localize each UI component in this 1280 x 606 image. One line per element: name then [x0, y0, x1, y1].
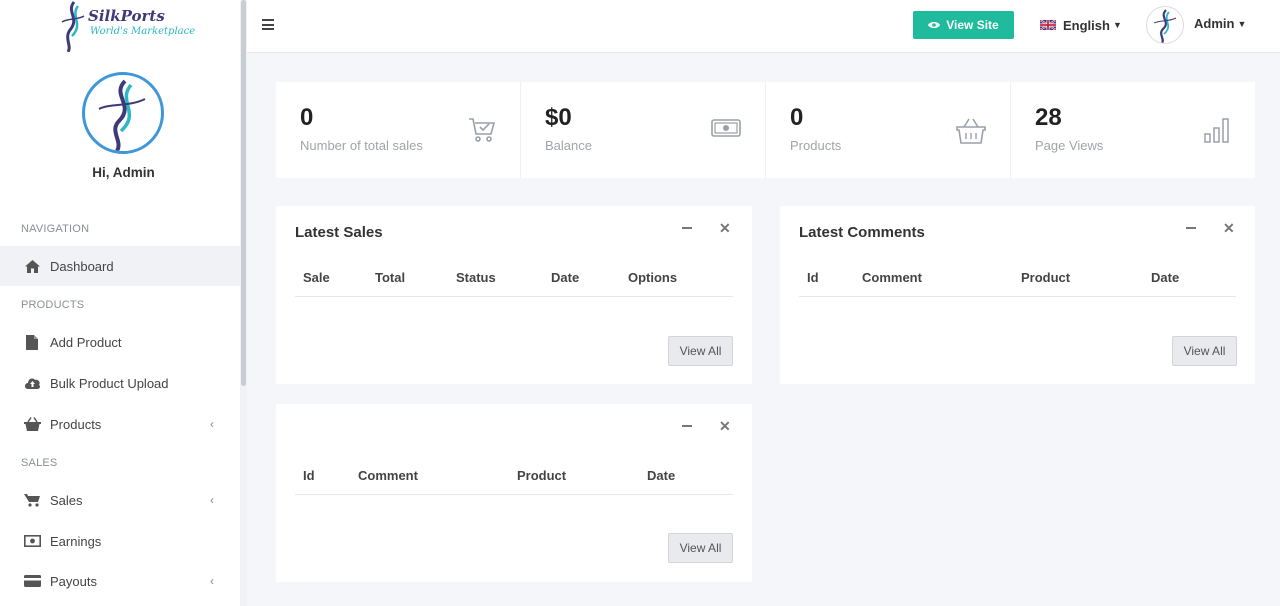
- sidebar-item-bulk-upload[interactable]: Bulk Product Upload: [0, 363, 240, 403]
- sidebar-item-add-product[interactable]: Add Product: [0, 322, 240, 362]
- sidebar-item-label: Payouts: [50, 573, 97, 589]
- profile-avatar[interactable]: [82, 72, 164, 154]
- sidebar-item-dashboard[interactable]: Dashboard: [0, 246, 240, 286]
- top-bar: [247, 0, 1280, 53]
- section-navigation: NAVIGATION: [21, 223, 90, 235]
- user-name: Admin: [1194, 16, 1235, 31]
- stat-label: Balance: [545, 138, 592, 153]
- column-header: Options: [628, 270, 678, 285]
- column-header: Id: [807, 270, 819, 285]
- close-icon[interactable]: ✕: [719, 221, 731, 235]
- language-label: English: [1063, 17, 1110, 33]
- cloud-upload-icon: [23, 374, 41, 392]
- table-header: Sale Total Status Date Options: [295, 270, 733, 297]
- stat-value: 28: [1035, 104, 1062, 131]
- comments-panel: ✕ Id Comment Product Date View All: [276, 404, 752, 582]
- sidebar-item-label: Sales: [50, 492, 83, 508]
- money-icon: [23, 532, 41, 550]
- column-header: Comment: [862, 270, 922, 285]
- sidebar-item-label: Add Product: [50, 334, 122, 350]
- logo-mark-icon: [61, 1, 85, 52]
- file-icon: [23, 333, 41, 351]
- column-header: Status: [456, 270, 496, 285]
- cart-icon: [469, 118, 496, 142]
- sidebar-scrollbar-thumb[interactable]: [241, 0, 246, 386]
- minimize-icon[interactable]: [682, 227, 692, 229]
- chevron-left-icon: ‹: [210, 417, 214, 431]
- sidebar-scrollbar[interactable]: [240, 0, 247, 606]
- view-site-button[interactable]: View Site: [913, 11, 1014, 39]
- latest-comments-panel: Latest Comments ✕ Id Comment Product Dat…: [780, 206, 1255, 384]
- brand-name: SilkPorts: [88, 7, 165, 25]
- stats-bar: 0 Number of total sales $0 Balance 0 Pro…: [276, 82, 1255, 178]
- close-icon[interactable]: ✕: [719, 419, 731, 433]
- caret-down-icon: ▼: [1112, 20, 1122, 30]
- stat-value: $0: [545, 104, 572, 131]
- sidebar-item-products[interactable]: Products ‹: [0, 404, 240, 444]
- column-header: Id: [303, 468, 315, 483]
- sidebar-item-sales[interactable]: Sales ‹: [0, 480, 240, 520]
- column-header: Date: [1151, 270, 1180, 285]
- sidebar-item-label: Earnings: [50, 533, 102, 549]
- section-products: PRODUCTS: [21, 299, 85, 311]
- table-header: Id Comment Product Date: [295, 468, 733, 495]
- sidebar: SilkPorts World's Marketplace Hi, Admin …: [0, 0, 240, 606]
- column-header: Date: [551, 270, 580, 285]
- stat-label: Number of total sales: [300, 138, 423, 153]
- avatar-logo-icon: [1153, 9, 1177, 43]
- latest-sales-panel: Latest Sales ✕ Sale Total Status Date Op…: [276, 206, 752, 384]
- column-header: Comment: [358, 468, 418, 483]
- view-all-button[interactable]: View All: [668, 336, 733, 366]
- stat-value: 0: [790, 104, 804, 131]
- credit-card-icon: [23, 572, 41, 590]
- column-header: Product: [517, 468, 567, 483]
- cart-icon: [23, 491, 41, 509]
- chevron-left-icon: ‹: [210, 574, 214, 588]
- minimize-icon[interactable]: [1186, 227, 1196, 229]
- close-icon[interactable]: ✕: [1223, 221, 1235, 235]
- sidebar-item-label: Bulk Product Upload: [50, 375, 169, 391]
- basket-icon: [23, 415, 41, 433]
- money-icon: [711, 119, 741, 137]
- panel-title: Latest Comments: [799, 224, 925, 241]
- stat-products: 0 Products: [766, 82, 1011, 178]
- user-menu[interactable]: Admin ▼: [1194, 16, 1246, 31]
- view-site-label: View Site: [946, 18, 999, 32]
- uk-flag-icon: [1040, 20, 1056, 30]
- minimize-icon[interactable]: [682, 425, 692, 427]
- column-header: Total: [375, 270, 406, 285]
- bar-chart-icon: [1204, 118, 1229, 143]
- column-header: Sale: [303, 270, 330, 285]
- stat-value: 0: [300, 104, 314, 131]
- stat-total-sales: 0 Number of total sales: [276, 82, 521, 178]
- column-header: Product: [1021, 270, 1071, 285]
- sidebar-item-label: Dashboard: [50, 258, 114, 274]
- panel-title: Latest Sales: [295, 224, 383, 241]
- language-dropdown[interactable]: English ▼: [1040, 16, 1122, 34]
- section-sales: SALES: [21, 457, 58, 469]
- avatar-logo-icon: [98, 79, 146, 151]
- view-all-button[interactable]: View All: [1172, 336, 1237, 366]
- basket-icon: [956, 118, 986, 144]
- greeting: Hi, Admin: [92, 165, 155, 180]
- eye-icon: [928, 18, 941, 32]
- brand-logo[interactable]: SilkPorts World's Marketplace: [58, 0, 208, 52]
- user-avatar[interactable]: [1146, 6, 1184, 44]
- stat-label: Page Views: [1035, 138, 1104, 153]
- view-all-button[interactable]: View All: [668, 533, 733, 563]
- home-icon: [23, 257, 41, 275]
- stat-page-views: 28 Page Views: [1011, 82, 1255, 178]
- sidebar-item-label: Products: [50, 416, 102, 432]
- caret-down-icon: ▼: [1237, 18, 1247, 29]
- sidebar-item-earnings[interactable]: Earnings: [0, 521, 240, 561]
- menu-toggle-icon[interactable]: [262, 19, 274, 33]
- stat-label: Products: [790, 138, 842, 153]
- stat-balance: $0 Balance: [521, 82, 766, 178]
- sidebar-item-payouts[interactable]: Payouts ‹: [0, 561, 240, 601]
- chevron-left-icon: ‹: [210, 493, 214, 507]
- column-header: Date: [647, 468, 676, 483]
- table-header: Id Comment Product Date: [799, 270, 1236, 297]
- brand-tagline: World's Marketplace: [90, 26, 196, 37]
